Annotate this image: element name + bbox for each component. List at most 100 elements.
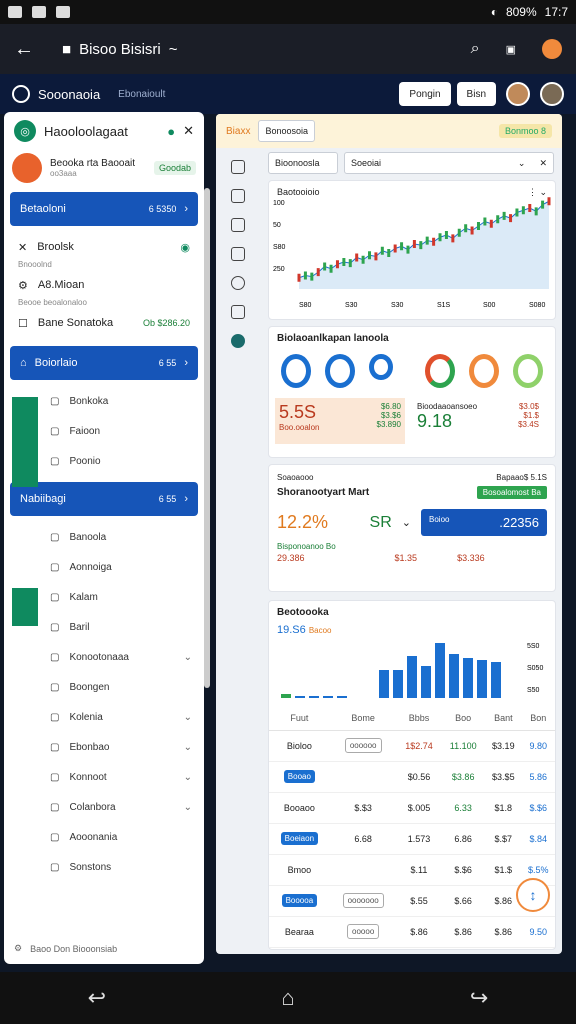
header-button-2[interactable]: Bisn — [456, 82, 496, 106]
table-row[interactable]: Bmoo $.11 $.$6 $1.$ $.5% — [269, 854, 555, 886]
sidebar-subitem[interactable]: ▢ Faioon — [4, 416, 204, 446]
item-icon: ▢ — [50, 741, 60, 753]
sidebar-subitem[interactable]: ▢ Baril — [4, 612, 204, 642]
sidebar-subitem[interactable]: ▢ Ebonbao ⌄ — [4, 732, 204, 762]
cell-text: $.86 — [494, 895, 513, 906]
table-row[interactable]: Booooaooooooo$.55$.66$.865.56 — [269, 885, 555, 917]
close-icon[interactable]: ✕ — [539, 158, 547, 169]
sidebar-subitem[interactable]: ▢ Banoola — [4, 522, 204, 552]
lock-icon: ■ — [62, 40, 72, 58]
sidebar-subitem[interactable]: ▢ Aooonania — [4, 822, 204, 852]
stat-button[interactable]: Boioo .22356 — [421, 509, 547, 536]
table-cell: $.$7 — [485, 823, 522, 855]
table-row[interactable]: Bearaa ooooo $.86 $.86 $.86 9.50 — [269, 916, 555, 948]
sidebar-subitem[interactable]: ▢ Sonstons — [4, 852, 204, 882]
filter-input[interactable]: Bioonoosla — [268, 152, 338, 174]
sidebar-scrollbar[interactable] — [204, 188, 210, 688]
back-nav-icon[interactable]: ↩ — [88, 985, 106, 1011]
browser-bar: ← ■ Bisoo Bisisri ~ ⌕ ▣ — [0, 24, 576, 74]
sidebar-subitem[interactable]: ▢ Konnoot ⌄ — [4, 762, 204, 792]
sidebar-item-nav1[interactable]: Betaoloni 6 5350 › — [10, 192, 198, 226]
table-row[interactable]: Booaoo $.$3 $.005 6.33 $1.8 $.$6 — [269, 792, 555, 824]
ring-1 — [281, 354, 312, 388]
copy-icon[interactable] — [231, 218, 245, 232]
table-cell: $.$6 — [521, 792, 555, 824]
stat-pct: 12.2% — [277, 512, 329, 532]
chevron-down-icon[interactable]: ⌄ — [518, 158, 526, 169]
table-cell: 1.573 — [396, 823, 442, 855]
table-cell: Bearaa — [269, 916, 330, 948]
sidebar-item-nav2[interactable]: ⌂ Boiorlaio 6 55 › — [10, 346, 198, 380]
stat-mid: SR — [369, 513, 392, 531]
globe-icon[interactable] — [231, 276, 245, 290]
user-sub: oo3aaa — [50, 169, 77, 178]
cell-text: 9.80 — [529, 740, 548, 751]
chevron-right-icon: › — [184, 203, 188, 215]
profile-icon[interactable] — [542, 39, 562, 59]
chart-candle — [515, 208, 519, 217]
table-card-value: 19.S6 — [277, 624, 306, 636]
radio-icon[interactable]: ◉ — [180, 241, 190, 254]
back-icon[interactable]: ← — [14, 38, 34, 61]
sidebar-subitem[interactable]: ▢ Kalam — [4, 582, 204, 612]
header-button-1[interactable]: Pongin — [399, 82, 451, 106]
chart-icon[interactable] — [231, 334, 245, 348]
recents-nav-icon[interactable]: ↪ — [470, 985, 488, 1011]
search-icon[interactable]: ⌕ — [471, 40, 480, 58]
strip-badge: Bonmoo 8 — [498, 124, 552, 138]
strip-left[interactable]: Biaxx — [226, 126, 250, 137]
print-icon[interactable] — [231, 189, 245, 203]
chart-candle — [541, 200, 545, 209]
table-row[interactable]: Bioloo oooooo 1$2.74 11.100 $3.19 9.80 — [269, 730, 555, 762]
image-icon[interactable] — [231, 305, 245, 319]
bar — [477, 660, 487, 698]
doc-icon[interactable] — [231, 160, 245, 174]
table-cell: $.66 — [441, 885, 486, 917]
chart-candle — [406, 245, 410, 254]
stat-val-2: $1.35 — [394, 553, 418, 563]
search-input[interactable]: Soeoiai ⌄ ✕ — [344, 152, 554, 174]
chart-candle — [393, 244, 397, 253]
stat-title: Shoranootyart Mart — [277, 487, 370, 498]
sidebar-item-c[interactable]: ☐ Bane Sonatoka Ob $286.20 — [4, 310, 204, 336]
strip-select[interactable]: Bonoosoia — [258, 120, 315, 142]
status-dot-icon: ● — [167, 123, 176, 139]
home-nav-icon[interactable]: ⌂ — [281, 985, 294, 1011]
item-icon: ▢ — [50, 395, 60, 407]
item-b-sub: Beooe beoalonaloo — [18, 298, 87, 307]
book-icon[interactable] — [231, 247, 245, 261]
sidebar-item-a[interactable]: ✕ Broolsk ◉ — [4, 234, 204, 260]
sidebar-subitem[interactable]: ▢ Boongen — [4, 672, 204, 702]
avatar-2[interactable] — [540, 82, 564, 106]
sidebar-subitem[interactable]: ▢ Aonnoiga — [4, 552, 204, 582]
nav2-label: Boiorlaio — [34, 357, 78, 369]
sidebar-item-b[interactable]: ⚙ A8.Mioan — [4, 272, 204, 298]
table-row[interactable]: Booao $0.56 $3.86 $3.$5 5.86 — [269, 761, 555, 793]
table-row[interactable]: Boeiaon 6.68 1.573 6.86 $.$7 $.84 — [269, 823, 555, 855]
table-cell: $3.$5 — [485, 761, 522, 793]
subitem-label: Konnoot — [69, 771, 107, 783]
chevron-down-icon[interactable]: ⌄ — [402, 516, 411, 529]
cell-text: $.5% — [528, 864, 549, 875]
avatar[interactable] — [506, 82, 530, 106]
close-icon[interactable]: ✕ — [183, 123, 194, 139]
stat-top-right: Bapaao$ 5.1S — [496, 473, 547, 482]
sidebar-subitem[interactable]: ▢ Konootonaaa ⌄ — [4, 642, 204, 672]
subitem-label: Bonkoka — [69, 395, 109, 407]
user-chip: Goodab — [153, 161, 196, 175]
table-cell: ooooooo — [329, 885, 397, 917]
fab-button[interactable]: ↕ — [516, 878, 550, 912]
stat-button-value: .22356 — [499, 515, 539, 530]
sidebar-item-nav3[interactable]: Nabiibagi 6 55 › — [10, 482, 198, 516]
sidebar-subitem[interactable]: ▢ Kolenia ⌄ — [4, 702, 204, 732]
nav-bar: ↩ ⌂ ↪ — [0, 972, 576, 1024]
sidebar-subitem[interactable]: ▢ Bonkoka — [4, 386, 204, 416]
table-cell: 9.50 — [521, 916, 555, 948]
tabs-icon[interactable]: ▣ — [506, 43, 516, 56]
column-header: Bant — [485, 706, 522, 731]
cell-text: Booooa — [281, 894, 318, 907]
sidebar-subitem[interactable]: ▢ Poonio — [4, 446, 204, 476]
sidebar-subitem[interactable]: ▢ Colanbora ⌄ — [4, 792, 204, 822]
bar — [421, 666, 431, 698]
item-icon: ▢ — [50, 561, 60, 573]
